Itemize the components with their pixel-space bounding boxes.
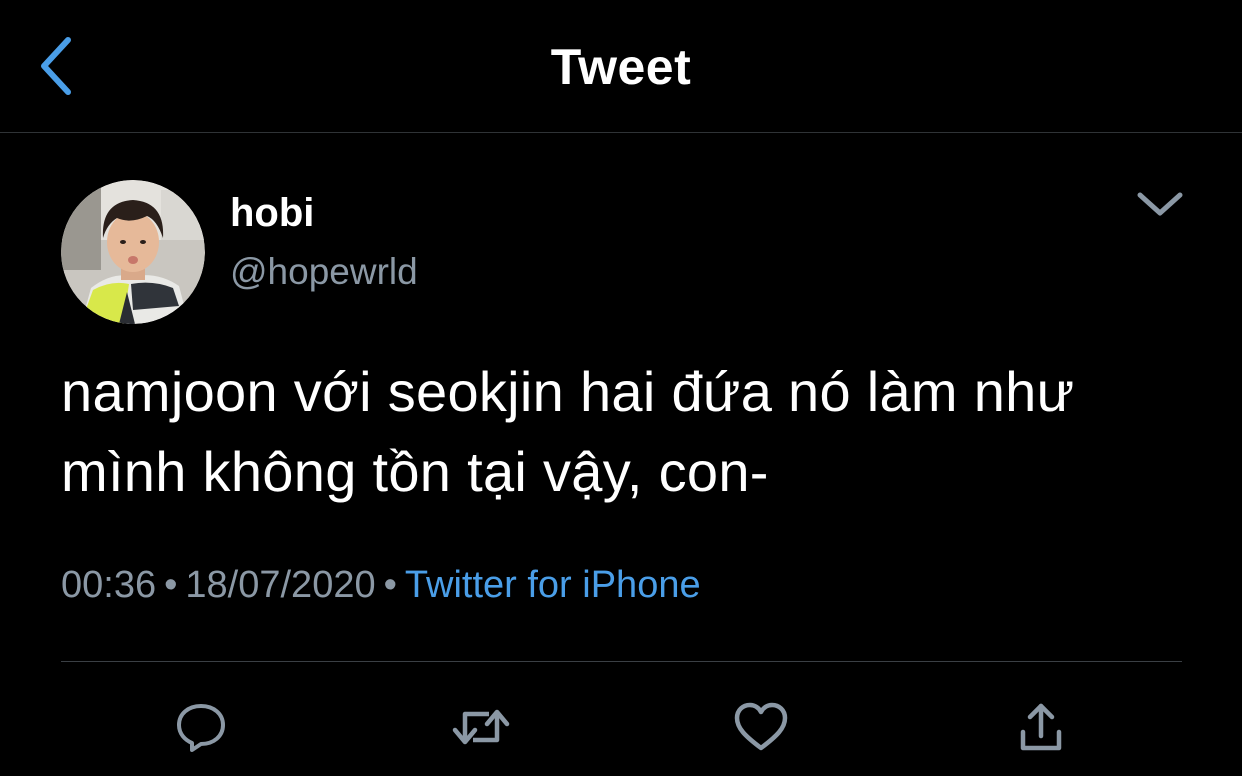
tweet-meta: 00:36 • 18/07/2020 • Twitter for iPhone (61, 562, 701, 608)
reply-bubble-icon (177, 704, 225, 752)
meta-separator: • (164, 564, 178, 606)
reply-button[interactable] (171, 697, 231, 757)
like-button[interactable] (731, 697, 791, 757)
tweet-options-button[interactable] (1130, 182, 1190, 226)
tweet-date: 18/07/2020 (185, 564, 376, 606)
profile-photo (61, 180, 205, 324)
meta-separator: • (383, 564, 397, 606)
share-button[interactable] (1011, 697, 1071, 757)
divider (61, 661, 1182, 662)
chevron-down-icon (1137, 192, 1183, 216)
share-icon (1020, 703, 1062, 751)
heart-icon (734, 702, 788, 751)
header-bar: Tweet (0, 0, 1242, 133)
avatar[interactable] (61, 180, 205, 324)
retweet-button[interactable] (451, 697, 511, 757)
page-title: Tweet (550, 39, 692, 95)
tweet-source-link[interactable]: Twitter for iPhone (405, 564, 701, 606)
author-handle[interactable]: @hopewrld (230, 250, 418, 294)
author-display-name[interactable]: hobi (230, 190, 314, 236)
tweet-time: 00:36 (61, 564, 157, 606)
retweet-icon (452, 709, 510, 745)
tweet-text: namjoon với seokjin hai đứa nó làm như m… (61, 360, 1075, 503)
